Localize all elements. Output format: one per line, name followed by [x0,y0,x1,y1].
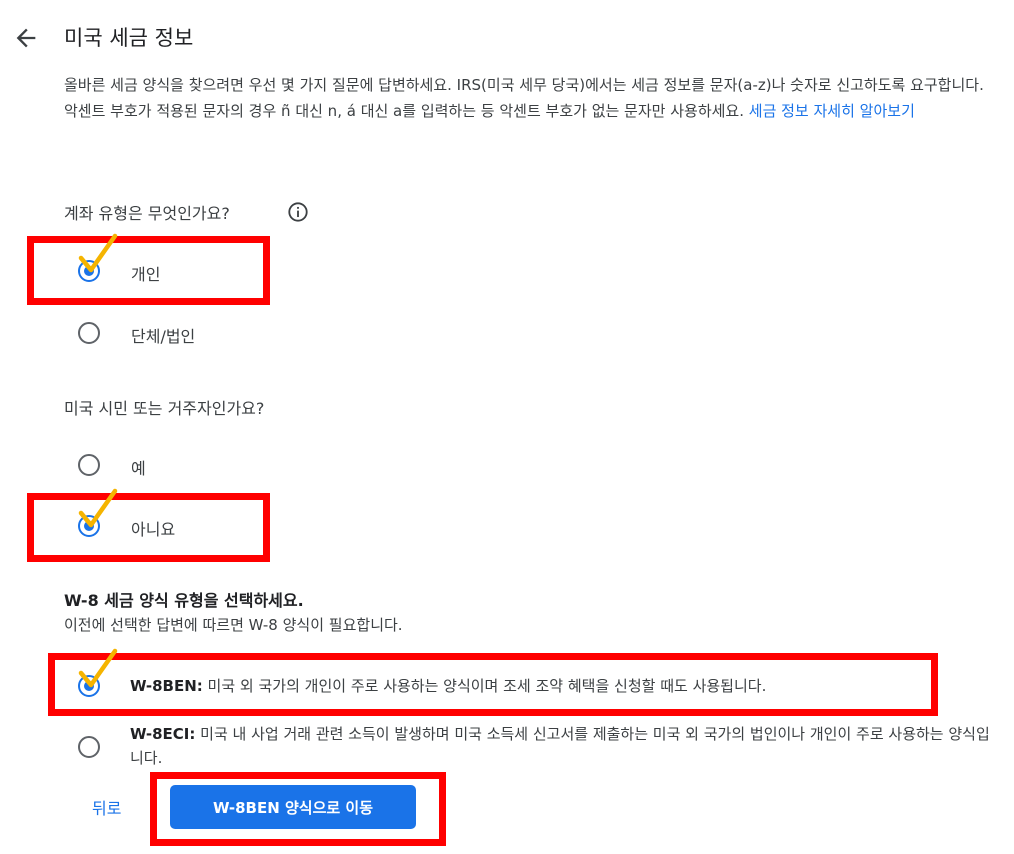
w8eci-description: W-8ECI: 미국 내 사업 거래 관련 소득이 발생하며 미국 소득세 신고… [130,722,1000,770]
w8eci-name: W-8ECI: [130,725,196,743]
back-link[interactable]: 뒤로 [92,795,121,819]
radio-button-entity[interactable] [78,322,100,344]
radio-button-individual[interactable] [78,260,100,282]
w8ben-desc: 미국 외 국가의 개인이 주로 사용하는 양식이며 조세 조약 혜택을 신청할 … [202,677,767,695]
radio-label-yes: 예 [131,459,146,478]
arrow-back-icon[interactable] [12,24,40,52]
radio-label-individual: 개인 [131,265,161,284]
w8ben-description: W-8BEN: 미국 외 국가의 개인이 주로 사용하는 양식이며 조세 조약 … [130,674,1000,698]
w8-section-title: W-8 세금 양식 유형을 선택하세요. [64,591,304,610]
w8ben-name: W-8BEN: [130,677,203,695]
radio-label-no: 아니요 [131,520,176,539]
intro-text: 올바른 세금 양식을 찾으려면 우선 몇 가지 질문에 답변하세요. IRS(미… [64,72,989,124]
radio-button-w8eci[interactable] [78,736,100,758]
w8-section-subtitle: 이전에 선택한 답변에 따르면 W-8 양식이 필요합니다. [64,616,403,634]
radio-label-entity: 단체/법인 [131,327,196,346]
radio-button-no[interactable] [78,515,100,537]
page-title: 미국 세금 정보 [64,26,194,50]
account-type-question: 계좌 유형은 무엇인가요? [64,204,230,223]
us-person-question: 미국 시민 또는 거주자인가요? [64,399,265,418]
w8eci-desc: 미국 내 사업 거래 관련 소득이 발생하며 미국 소득세 신고서를 제출하는 … [130,725,990,767]
info-icon[interactable] [287,201,309,223]
radio-button-w8ben[interactable] [78,675,100,697]
go-to-w8ben-button[interactable]: W-8BEN 양식으로 이동 [170,785,416,829]
radio-button-yes[interactable] [78,454,100,476]
tax-info-page: 미국 세금 정보 올바른 세금 양식을 찾으려면 우선 몇 가지 질문에 답변하… [0,0,1014,854]
learn-more-link[interactable]: 세금 정보 자세히 알아보기 [749,102,915,120]
